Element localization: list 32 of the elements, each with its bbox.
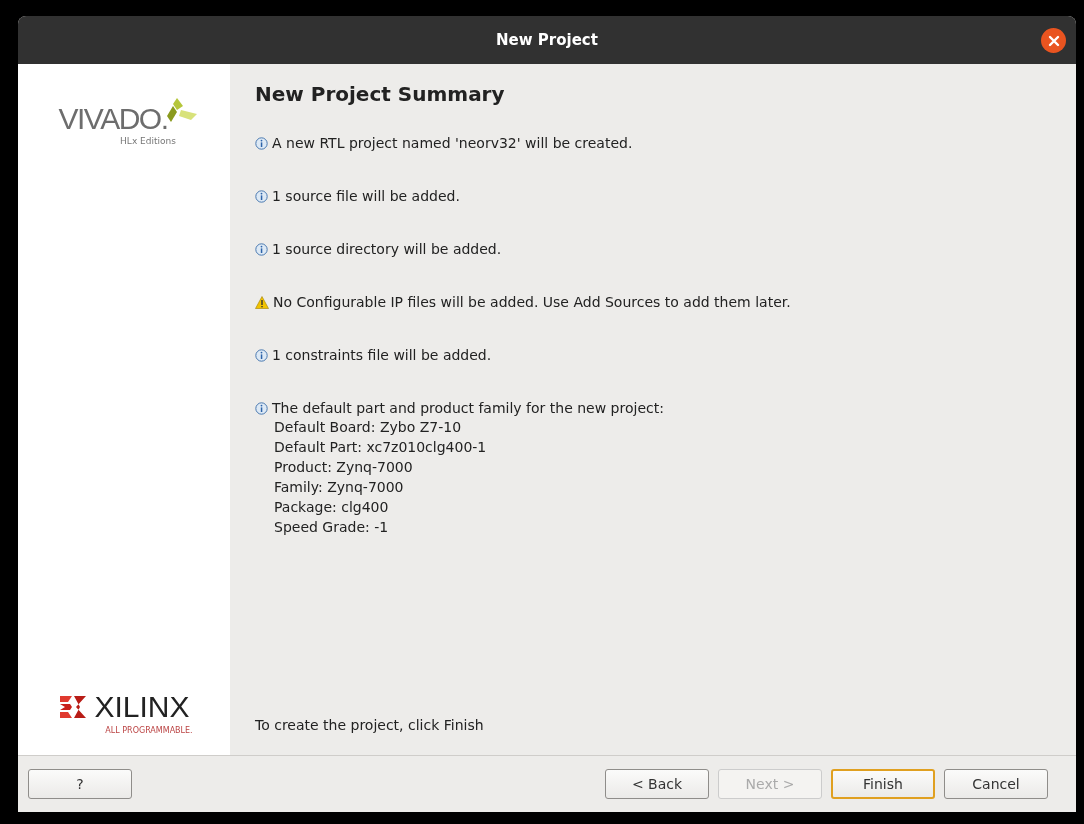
info-icon — [255, 242, 268, 256]
logo-wordmark: VIVADO. — [58, 102, 168, 136]
message-text: No Configurable IP files will be added. Use Add Sources to add them later. — [273, 293, 791, 311]
warning-icon — [255, 295, 269, 309]
detail-text: Product: Zynq-7000 — [274, 458, 413, 477]
info-icon — [255, 401, 268, 415]
dialog-button[interactable]: Cancel — [944, 769, 1048, 799]
close-icon — [1047, 34, 1060, 47]
dialog-button[interactable]: < Back — [605, 769, 709, 799]
message-text: The default part and product family for the new project: — [272, 399, 664, 417]
detail-text: Default Board: Zybo Z7-10 — [274, 418, 462, 437]
message-text: 1 source file will be added. — [272, 187, 460, 205]
detail-text: Package: clg400 — [274, 498, 389, 517]
detail-text: Speed Grade: -1 — [274, 518, 389, 537]
message-text: A new RTL project named 'neorv32' will be created. — [272, 134, 633, 152]
info-icon — [255, 189, 268, 203]
instruction-text: To create the project, click Finish — [255, 717, 485, 733]
xilinx-logo-icon — [58, 694, 89, 720]
logo-tagline: ALL PROGRAMMABLE. — [105, 726, 193, 735]
page-heading: New Project Summary — [255, 82, 506, 106]
detail-text: Family: Zynq-7000 — [274, 478, 404, 497]
dialog-button[interactable]: ? — [28, 769, 132, 799]
info-icon — [255, 136, 268, 150]
close-button[interactable] — [1041, 28, 1066, 53]
dialog-button[interactable]: Finish — [831, 769, 935, 799]
logo-wordmark: XILINX — [94, 690, 190, 724]
message-text: 1 source directory will be added. — [272, 240, 502, 258]
info-icon — [255, 348, 268, 362]
window-title: New Project — [496, 31, 598, 49]
message-text: 1 constraints file will be added. — [272, 346, 492, 364]
logo-subtitle: HLx Editions — [120, 136, 176, 146]
detail-text: Default Part: xc7z010clg400-1 — [274, 438, 487, 457]
